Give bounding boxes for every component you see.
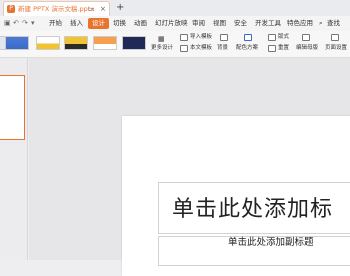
new-tab-button[interactable]: + (116, 1, 124, 14)
theme-thumbnail[interactable] (5, 36, 29, 50)
tab-review[interactable]: 审阅 (192, 16, 205, 31)
page-setup-icon (331, 34, 339, 41)
monitor-icon[interactable]: ▭ (88, 3, 95, 15)
tab-design[interactable]: 设计 (88, 18, 109, 29)
background-icon (220, 34, 228, 41)
tab-view[interactable]: 视图 (213, 16, 226, 31)
tab-special-apps[interactable]: 特色应用 (287, 16, 313, 31)
document-tab-title: 新建 PPTX 演示文稿.pptx (18, 5, 95, 13)
search-label[interactable]: 查找 (327, 16, 340, 31)
theme-thumbnail[interactable] (64, 36, 88, 50)
save-icon[interactable]: ▣ (4, 16, 11, 31)
slide-thumbnail[interactable] (0, 75, 25, 140)
search-icon[interactable]: ⌕ (319, 16, 323, 31)
grid-icon[interactable]: ▦ (158, 35, 165, 43)
edit-master-button[interactable]: 编辑母版 (296, 44, 318, 52)
presentation-file-icon: P (7, 5, 15, 13)
theme-thumbnail[interactable] (93, 36, 117, 50)
theme-thumbnail[interactable] (122, 36, 146, 50)
import-template-button[interactable]: 导入模板 (190, 33, 212, 41)
tab-insert[interactable]: 插入 (70, 16, 83, 31)
reset-icon (268, 45, 276, 52)
color-scheme-icon (244, 34, 252, 41)
tab-slideshow[interactable]: 幻灯片放映 (155, 16, 188, 31)
page-setup-button[interactable]: 页面设置 (325, 44, 347, 52)
background-button[interactable]: 背景 (217, 44, 228, 52)
more-designs-button[interactable]: 更多设计 (151, 44, 173, 52)
quick-access-dropdown[interactable]: ▾ (31, 16, 35, 31)
reset-button[interactable]: 重置 (278, 44, 289, 52)
tab-developer[interactable]: 开发工具 (255, 16, 281, 31)
tab-home[interactable]: 开始 (49, 16, 62, 31)
close-tab-button[interactable]: × (100, 3, 106, 15)
undo-button[interactable]: ↶ (13, 16, 19, 31)
tab-security[interactable]: 安全 (234, 16, 247, 31)
layout-icon (268, 34, 276, 41)
theme-thumbnail[interactable] (36, 36, 60, 50)
redo-button[interactable]: ↷ (22, 16, 28, 31)
document-tab[interactable]: P 新建 PPTX 演示文稿.pptx ▭ × (3, 1, 110, 16)
menu-bar: ▣ ↶ ↷ ▾ 开始 插入 设计 切换 动画 幻灯片放映 审阅 视图 安全 开发… (0, 16, 350, 31)
color-scheme-button[interactable]: 配色方案 (236, 44, 258, 52)
window-tab-bar: P 新建 PPTX 演示文稿.pptx ▭ × + (0, 0, 350, 16)
subtitle-placeholder[interactable]: 单击此处添加副标题 (228, 237, 314, 249)
text-template-icon (180, 45, 188, 52)
edit-master-icon (302, 34, 310, 41)
import-template-icon (180, 34, 188, 41)
layout-button[interactable]: 版式 (278, 33, 289, 41)
text-template-button[interactable]: 本文模板 (190, 44, 212, 52)
design-ribbon: ▦ 更多设计 导入模板 本文模板 背景 配色方案 版式 重置 编辑母版 页面设置 (0, 31, 350, 58)
tab-animations[interactable]: 动画 (134, 16, 147, 31)
tab-transitions[interactable]: 切换 (113, 16, 126, 31)
title-placeholder[interactable]: 单击此处添加标 (172, 196, 333, 224)
